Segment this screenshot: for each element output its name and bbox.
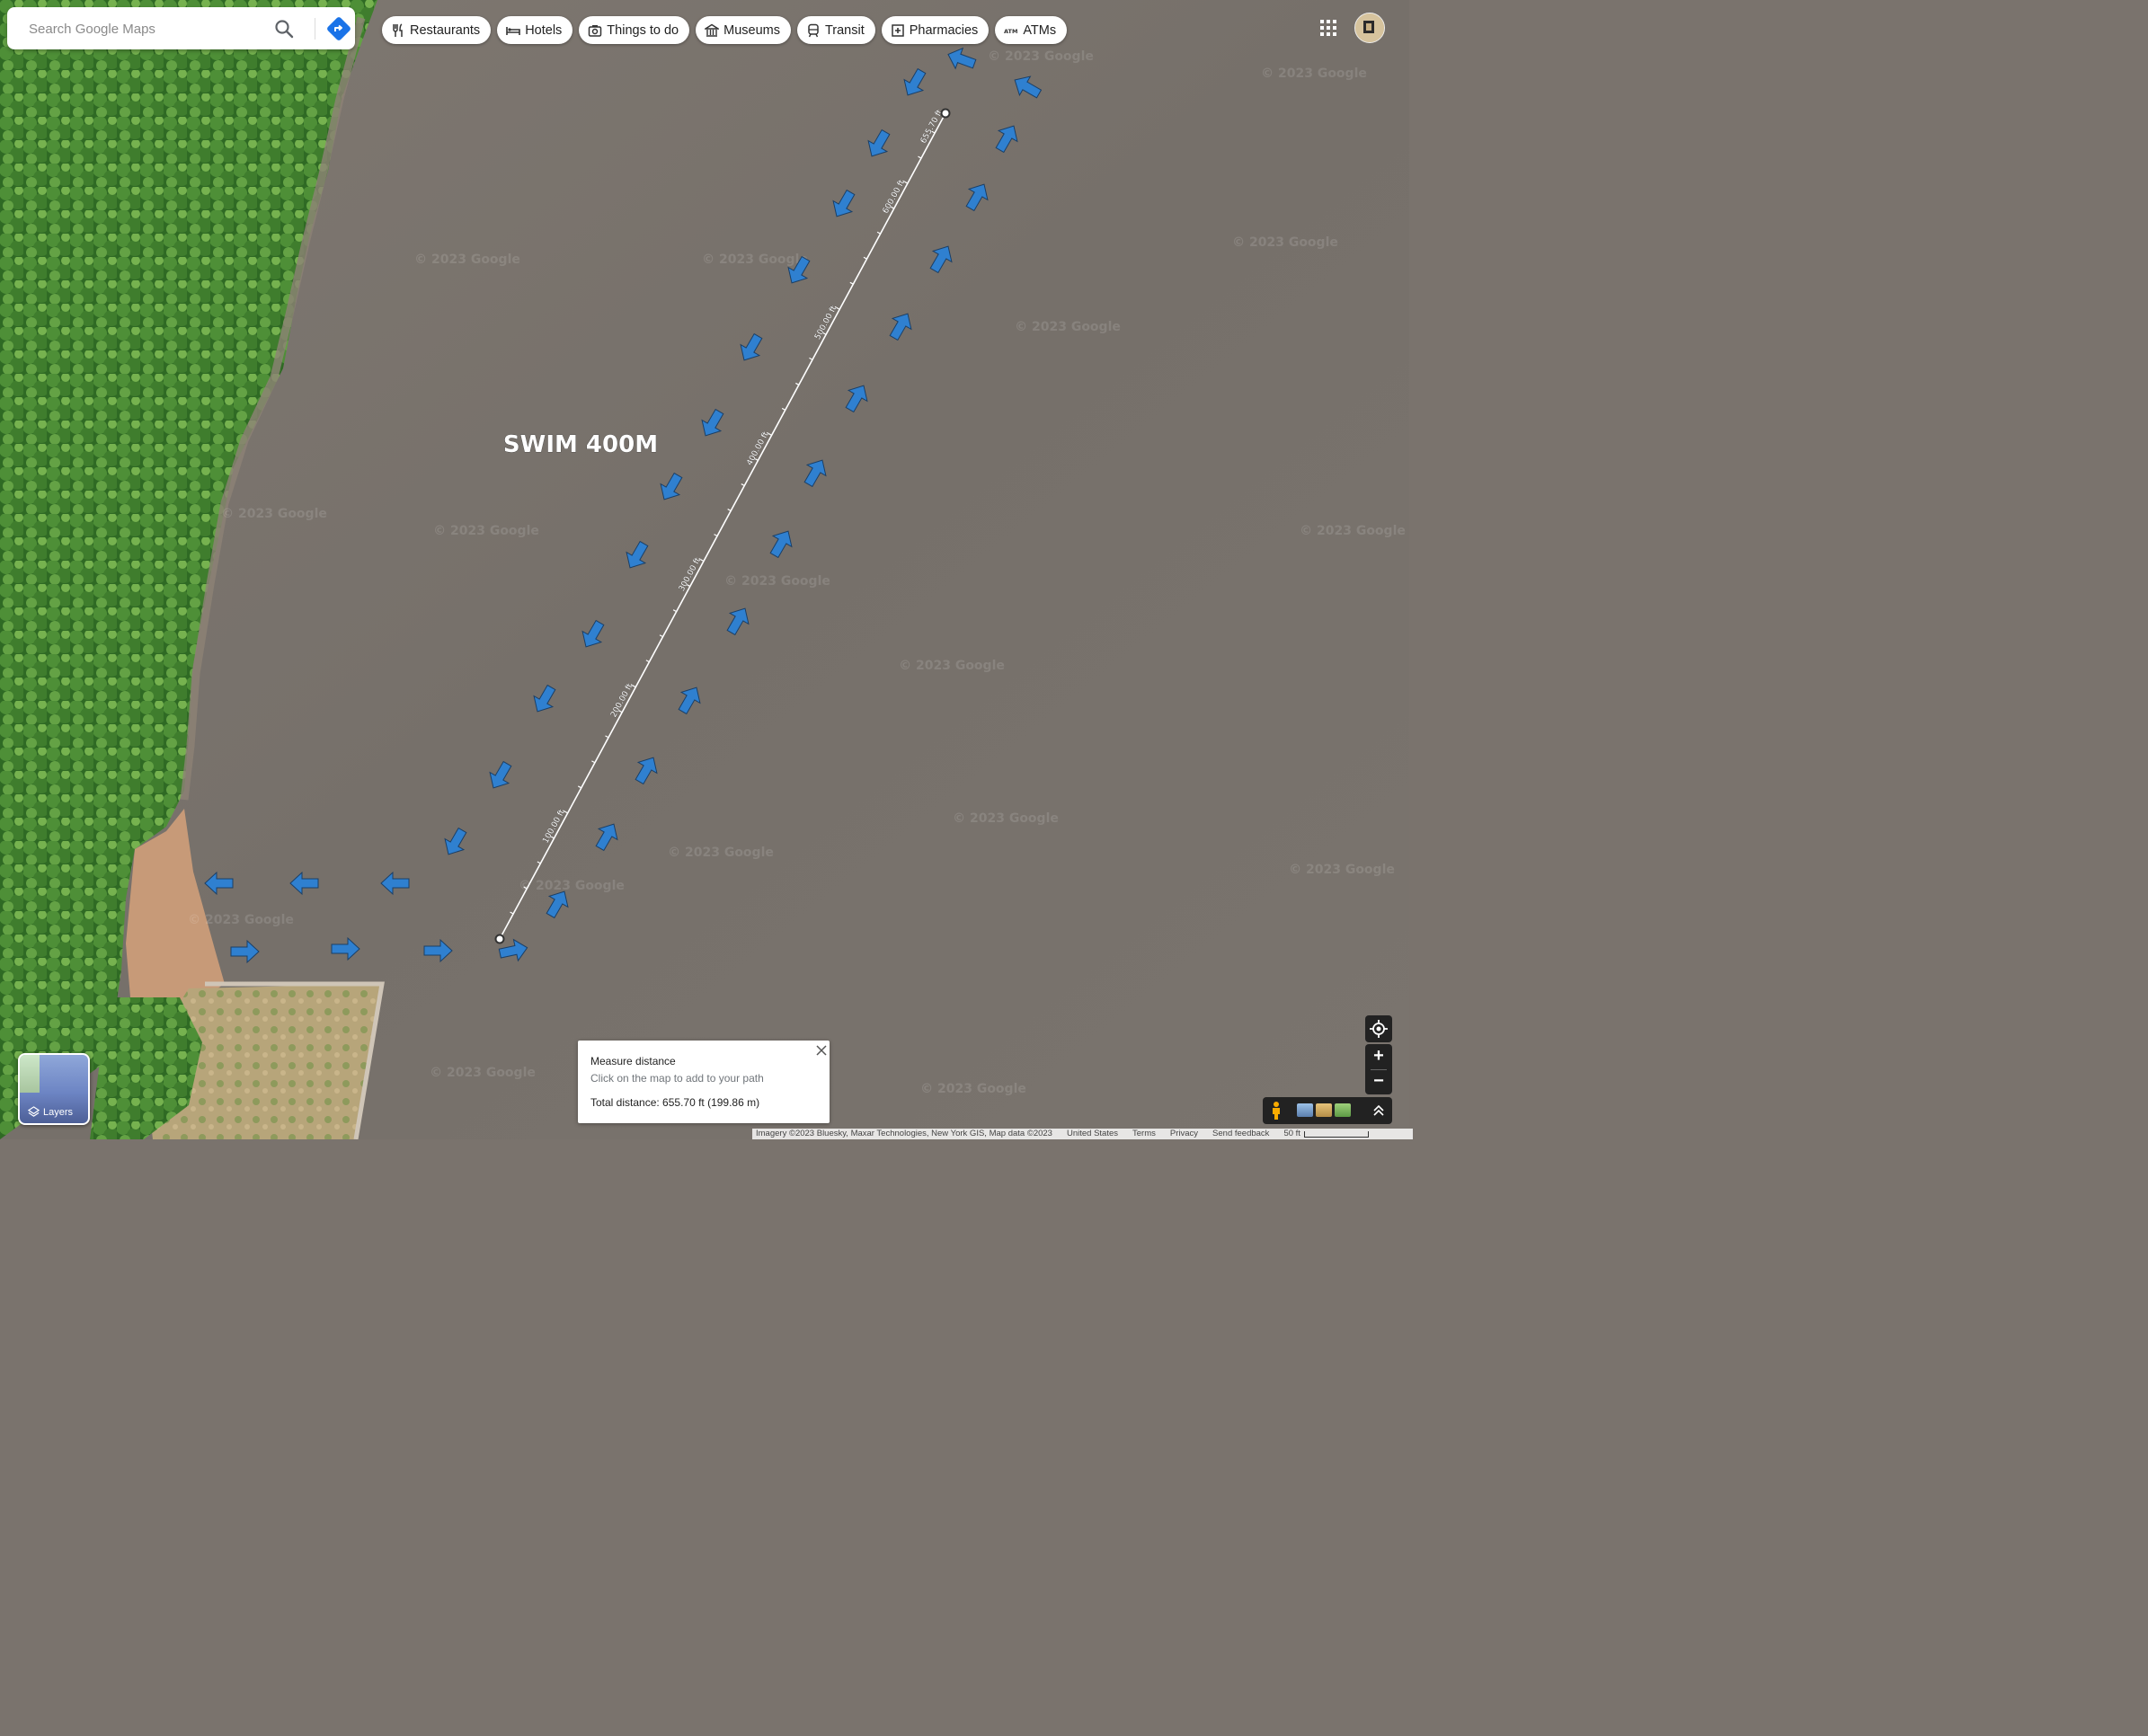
chip-label: Museums <box>723 22 780 38</box>
watermark-text: © 2023 Google <box>702 252 808 267</box>
my-location-icon <box>1370 1020 1388 1038</box>
search-input[interactable] <box>27 16 264 41</box>
imagery-thumbnail-3[interactable] <box>1335 1103 1351 1117</box>
chip-transit[interactable]: Transit <box>796 16 875 44</box>
feedback-link[interactable]: Send feedback <box>1212 1129 1269 1139</box>
chip-label: Things to do <box>607 22 679 38</box>
scale-bar <box>1303 1130 1369 1138</box>
bed-icon <box>506 26 520 35</box>
layers-button[interactable]: Layers <box>18 1053 90 1125</box>
chip-museums[interactable]: Museums <box>696 16 791 44</box>
watermark-text: © 2023 Google <box>899 659 1005 673</box>
satellite-map[interactable]: © 2023 Google © 2023 Google © 2023 Google ©… <box>0 0 1409 1139</box>
chip-atms[interactable]: ATM ATMs <box>995 16 1068 44</box>
measure-title: Measure distance <box>590 1055 676 1067</box>
watermark-text: © 2023 Google <box>188 913 294 927</box>
watermark-text: © 2023 Google <box>221 507 327 521</box>
measure-distance-card: Measure distance Click on the map to add… <box>578 1041 830 1123</box>
search-icon[interactable] <box>273 18 295 40</box>
street-view-bar <box>1263 1097 1392 1124</box>
map-footer: Imagery ©2023 Bluesky, Maxar Technologie… <box>752 1129 1413 1139</box>
watermark-text: © 2023 Google <box>1300 524 1406 538</box>
chip-label: Restaurants <box>410 22 481 38</box>
atm-icon: ATM <box>1004 28 1017 35</box>
chip-things-to-do[interactable]: Things to do <box>579 16 690 44</box>
chip-label: Hotels <box>525 22 563 38</box>
layers-label: Layers <box>43 1106 74 1118</box>
watermark-text: © 2023 Google <box>433 524 539 538</box>
scale-label[interactable]: 50 ft <box>1283 1129 1300 1139</box>
museum-icon <box>705 23 720 37</box>
measure-total: Total distance: 655.70 ft (199.86 m) <box>590 1096 760 1109</box>
svg-text:ATM: ATM <box>1004 28 1017 35</box>
watermark-text: © 2023 Google <box>430 1066 536 1080</box>
privacy-link[interactable]: Privacy <box>1170 1129 1198 1139</box>
watermark-text: © 2023 Google <box>668 846 774 860</box>
close-icon[interactable] <box>815 1044 828 1057</box>
measure-hint: Click on the map to add to your path <box>590 1072 764 1085</box>
camera-icon <box>589 24 602 37</box>
watermark-text: © 2023 Google <box>1015 320 1121 334</box>
measure-point[interactable] <box>494 934 505 944</box>
category-chips: Restaurants Hotels Things to do Museums … <box>382 16 1068 44</box>
watermark-text: © 2023 Google <box>1289 863 1395 877</box>
chevron-up-icon[interactable] <box>1372 1103 1385 1118</box>
chip-label: ATMs <box>1023 22 1057 38</box>
zoom-in-button[interactable]: + <box>1365 1044 1392 1069</box>
imagery-attribution: Imagery ©2023 Bluesky, Maxar Technologie… <box>756 1129 1052 1138</box>
pegman-icon[interactable] <box>1270 1101 1283 1120</box>
watermark-text: © 2023 Google <box>988 49 1094 64</box>
terms-link[interactable]: Terms <box>1132 1129 1156 1139</box>
apps-grid-icon[interactable] <box>1318 17 1339 39</box>
chip-hotels[interactable]: Hotels <box>497 16 573 44</box>
watermark-text: © 2023 Google <box>1261 66 1367 81</box>
country-link[interactable]: United States <box>1067 1129 1118 1139</box>
directions-icon[interactable] <box>326 16 351 41</box>
train-icon <box>808 23 819 37</box>
swim-distance-label: SWIM 400M <box>503 431 658 458</box>
account-avatar[interactable] <box>1354 13 1385 43</box>
chip-pharmacies[interactable]: Pharmacies <box>881 16 990 44</box>
watermark-text: © 2023 Google <box>953 811 1059 826</box>
watermark-text: © 2023 Google <box>519 879 625 893</box>
layers-label-wrap: Layers <box>28 1106 73 1118</box>
chip-label: Transit <box>824 22 865 38</box>
zoom-out-button[interactable]: − <box>1365 1069 1392 1094</box>
imagery-thumbnail-2[interactable] <box>1316 1103 1332 1117</box>
search-box <box>7 7 355 49</box>
pharmacy-icon <box>892 23 904 37</box>
imagery-thumbnail-1[interactable] <box>1297 1103 1313 1117</box>
zoom-controls: + − <box>1365 1044 1392 1094</box>
chip-label: Pharmacies <box>909 22 979 38</box>
measure-point[interactable] <box>940 108 951 119</box>
fork-knife-icon <box>393 22 403 37</box>
watermark-text: © 2023 Google <box>1232 235 1338 250</box>
layers-icon <box>28 1106 40 1117</box>
my-location-button[interactable] <box>1365 1015 1392 1042</box>
watermark-text: © 2023 Google <box>724 574 830 589</box>
watermark-text: © 2023 Google <box>920 1082 1026 1096</box>
watermark-text: © 2023 Google <box>414 252 520 267</box>
chip-restaurants[interactable]: Restaurants <box>382 16 492 44</box>
